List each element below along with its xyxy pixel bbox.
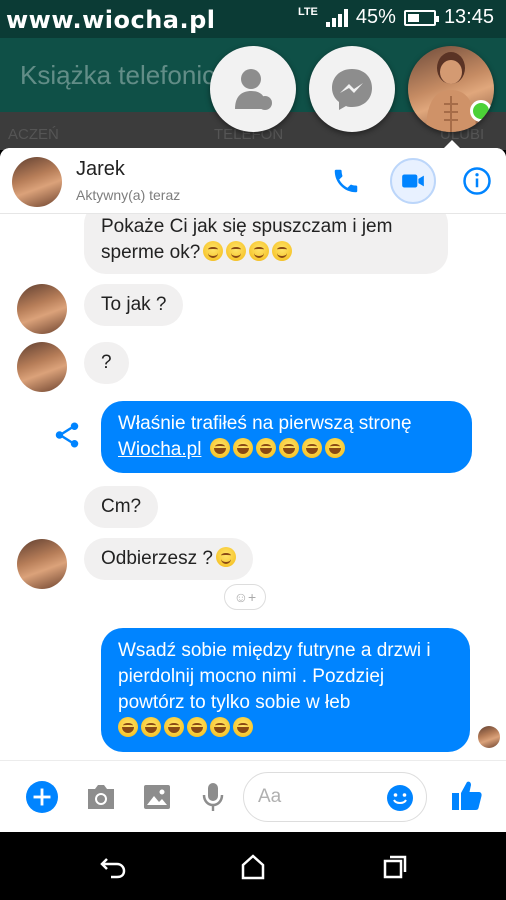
background-tab: ACZEŃ — [8, 126, 59, 143]
laughing-emoji-icon — [209, 438, 230, 458]
laughing-emoji-icon — [141, 717, 161, 737]
laughing-emoji-icon — [118, 717, 138, 737]
smile-emoji-icon — [249, 241, 270, 261]
message-text: Właśnie trafiłeś na pierwszą stronę — [118, 413, 412, 434]
emoji-button[interactable] — [385, 783, 415, 813]
gallery-button[interactable] — [141, 781, 173, 813]
status-bar: www.wiocha.pl LTE 45% 13:45 — [0, 0, 506, 38]
share-icon — [55, 422, 79, 448]
more-actions-button[interactable] — [26, 781, 58, 813]
incoming-message[interactable]: Odbierzesz ? — [84, 538, 253, 580]
laughing-emoji-icon — [278, 438, 299, 458]
image-icon — [144, 785, 170, 809]
laughing-emoji-icon — [301, 438, 322, 458]
plus-icon — [26, 781, 58, 813]
recents-icon — [383, 855, 407, 879]
add-reaction-icon: ☺+ — [233, 589, 257, 605]
navigation-bar — [0, 832, 506, 900]
add-reaction-button[interactable]: ☺+ — [224, 584, 266, 610]
laughing-emoji-icon — [210, 717, 230, 737]
voice-message-button[interactable] — [197, 781, 229, 813]
messenger-icon — [332, 69, 372, 110]
message-text: ? — [101, 352, 112, 373]
smile-emoji-icon — [226, 241, 247, 261]
laughing-emoji-icon — [233, 717, 253, 737]
battery-level-fill — [407, 13, 419, 22]
sender-avatar[interactable] — [17, 284, 67, 334]
info-button[interactable] — [457, 161, 497, 201]
message-input-box[interactable] — [243, 772, 427, 822]
contacts-chat-head[interactable] — [210, 46, 296, 132]
video-call-button[interactable] — [390, 158, 436, 204]
messenger-chat-head[interactable] — [309, 46, 395, 132]
laughing-emoji-icon — [324, 438, 345, 458]
message-text: Pokaże Ci jak się spuszczam i jem sperme… — [101, 216, 393, 263]
outgoing-message[interactable]: Wsadź sobie między futryne a drzwi i pie… — [101, 628, 470, 752]
thumbs-up-icon — [452, 781, 482, 810]
battery-icon — [403, 9, 439, 26]
network-type: LTE — [297, 5, 318, 18]
incoming-message[interactable]: Cm? — [84, 486, 159, 528]
laughing-emoji-icon — [232, 438, 253, 458]
signal-icon — [325, 8, 348, 27]
message-link[interactable]: Wiocha.pl — [118, 439, 201, 460]
watermark: www.wiocha.pl — [6, 6, 216, 34]
camera-icon — [88, 785, 114, 809]
message-list[interactable]: Pokaże Ci jak się spuszczam i jem sperme… — [0, 214, 506, 760]
battery-percent: 45% — [355, 6, 396, 28]
camera-button[interactable] — [85, 781, 117, 813]
read-receipt-avatar — [478, 726, 500, 748]
microphone-icon — [202, 783, 224, 811]
contact-name[interactable]: Jarek — [76, 158, 125, 181]
sender-avatar[interactable] — [17, 342, 67, 392]
incoming-message[interactable]: ? — [84, 342, 129, 384]
message-text: Wsadź sobie między futryne a drzwi i pie… — [118, 640, 431, 713]
online-indicator — [470, 100, 492, 122]
message-text: Odbierzesz ? — [101, 548, 213, 569]
person-icon — [235, 69, 272, 110]
contact-avatar[interactable] — [12, 157, 62, 207]
smiley-icon — [387, 785, 413, 811]
message-input[interactable] — [258, 786, 378, 808]
back-button[interactable] — [98, 852, 128, 882]
smile-emoji-icon — [272, 241, 293, 261]
message-text: Cm? — [101, 496, 142, 517]
incoming-message[interactable]: To jak ? — [84, 284, 184, 326]
like-button[interactable] — [449, 778, 485, 814]
smile-emoji-icon — [215, 547, 236, 567]
contact-status: Aktywny(a) teraz — [76, 187, 181, 203]
call-button[interactable] — [326, 161, 366, 201]
home-button[interactable] — [238, 852, 268, 882]
laughing-emoji-icon — [164, 717, 184, 737]
recents-button[interactable] — [380, 852, 410, 882]
outgoing-message[interactable]: Właśnie trafiłeś na pierwszą stronę Wioc… — [101, 401, 472, 473]
background-app-title: Książka telefonic — [20, 60, 216, 90]
laughing-emoji-icon — [255, 438, 276, 458]
info-icon — [463, 167, 491, 195]
contact-chat-head[interactable] — [408, 46, 494, 132]
share-button[interactable] — [52, 420, 82, 450]
chat-panel: Jarek Aktywny(a) teraz Pokaże Ci jak się… — [0, 148, 506, 832]
sender-avatar[interactable] — [17, 539, 67, 589]
home-icon — [241, 854, 265, 880]
video-camera-icon — [402, 174, 424, 188]
status-icons: LTE 45% 13:45 — [298, 6, 494, 29]
phone-icon — [334, 169, 358, 193]
message-composer — [0, 760, 506, 832]
incoming-message[interactable]: Pokaże Ci jak się spuszczam i jem sperme… — [84, 214, 448, 274]
smile-emoji-icon — [203, 241, 224, 261]
message-text: To jak ? — [101, 294, 167, 315]
back-icon — [100, 858, 126, 879]
clock: 13:45 — [443, 6, 494, 28]
chat-header: Jarek Aktywny(a) teraz — [0, 148, 506, 214]
laughing-emoji-icon — [187, 717, 207, 737]
